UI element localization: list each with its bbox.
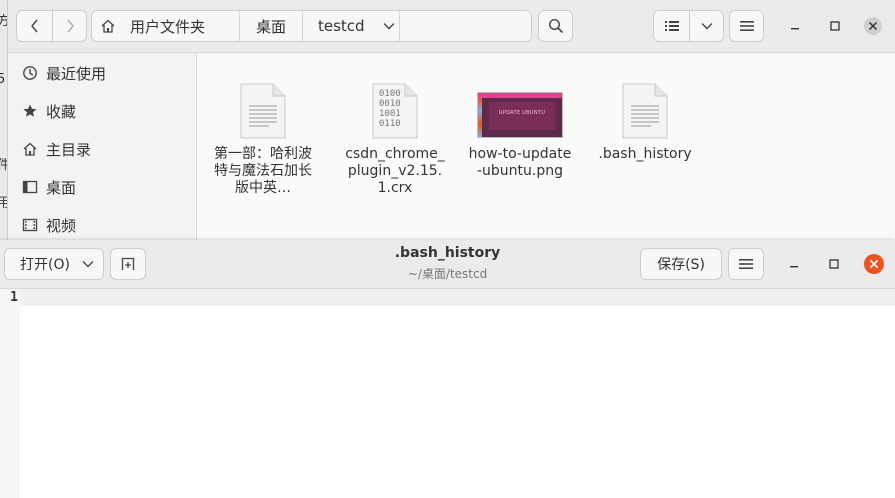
star-icon [22, 103, 38, 119]
file-name: .bash_history [598, 146, 692, 162]
sidebar-item-videos[interactable]: 视频 [8, 207, 196, 243]
line-number: 1 [10, 290, 18, 305]
file-name: 第一部：哈利波特与魔法石加长版中英… [214, 146, 312, 196]
path-bar: 用户文件夹 桌面 testcd [91, 10, 532, 42]
file-manager-headerbar: 用户文件夹 桌面 testcd [8, 0, 895, 53]
binary-text-line: 0100 [379, 89, 401, 99]
open-button[interactable]: 打开(O) [4, 248, 104, 280]
back-button[interactable] [16, 10, 53, 42]
minimize-button[interactable] [781, 251, 807, 277]
minimize-icon [789, 20, 801, 32]
breadcrumb-home-label: 用户文件夹 [130, 17, 206, 36]
binary-text-line: 0010 [379, 99, 401, 109]
document-title: .bash_history [394, 245, 501, 261]
home-icon [22, 141, 38, 157]
chevron-down-icon [383, 22, 395, 30]
chevron-down-icon [82, 260, 94, 268]
chevron-right-icon [65, 19, 75, 33]
search-icon [548, 18, 564, 34]
file-name: how-to-update-ubuntu.png [468, 146, 572, 179]
list-view-button[interactable] [653, 10, 690, 42]
document-path: ~/桌面/testcd [407, 267, 488, 281]
sidebar-item-recent[interactable]: 最近使用 [8, 55, 196, 91]
places-sidebar: 最近使用 收藏 主目录 桌面 视频 [8, 53, 197, 240]
binary-text-line: 0110 [379, 119, 401, 129]
maximize-icon [828, 258, 840, 270]
background-char: 用 [0, 196, 7, 211]
hamburger-menu-icon [739, 20, 754, 32]
search-button[interactable] [538, 10, 573, 42]
maximize-button[interactable] [822, 13, 848, 39]
video-icon [22, 217, 38, 233]
clock-icon [22, 65, 38, 81]
sidebar-item-label: 主目录 [46, 140, 92, 159]
breadcrumb-desktop-label: 桌面 [255, 17, 286, 36]
minimize-button[interactable] [782, 13, 808, 39]
sidebar-item-label: 最近使用 [46, 64, 107, 83]
close-icon [863, 253, 885, 275]
forward-button[interactable] [52, 10, 87, 42]
background-char: 方 [0, 14, 7, 29]
current-line-highlight [20, 289, 895, 306]
desktop-icon [22, 179, 38, 195]
main-menu-button[interactable] [729, 10, 764, 42]
file-item[interactable]: UPDATE UBUNTU how-to-update-ubuntu.png [466, 80, 574, 180]
breadcrumb-home[interactable]: 用户文件夹 [92, 11, 240, 41]
close-icon [863, 16, 883, 36]
maximize-icon [829, 20, 841, 32]
text-document-icon [621, 80, 669, 140]
image-thumbnail: UPDATE UBUNTU [477, 80, 563, 140]
new-document-icon [121, 257, 135, 271]
sidebar-item-starred[interactable]: 收藏 [8, 93, 196, 129]
text-editor-headerbar: 打开(O) .bash_history ~/桌面/testcd 保存(S) [0, 240, 895, 289]
path-bar-empty-area[interactable] [400, 11, 531, 41]
binary-file-icon: 0100 0010 1001 0110 [371, 80, 419, 140]
text-editor-window: 打开(O) .bash_history ~/桌面/testcd 保存(S) 1 [0, 240, 895, 498]
text-document-icon [239, 80, 287, 140]
file-item[interactable]: 0100 0010 1001 0110 csdn_chrome_plugin_v… [341, 80, 449, 197]
list-view-icon [664, 20, 679, 32]
sidebar-item-label: 视频 [46, 216, 77, 235]
maximize-button[interactable] [821, 251, 847, 277]
file-item[interactable]: 第一部：哈利波特与魔法石加长版中英… [209, 80, 317, 197]
close-button[interactable] [861, 251, 887, 277]
file-item[interactable]: .bash_history [591, 80, 699, 163]
save-button[interactable]: 保存(S) [640, 248, 722, 280]
sidebar-item-desktop[interactable]: 桌面 [8, 169, 196, 205]
sidebar-item-label: 收藏 [46, 102, 77, 121]
breadcrumb-current-label: testcd [318, 17, 365, 35]
new-tab-button[interactable] [110, 248, 146, 280]
open-button-label: 打开(O) [20, 257, 70, 273]
sidebar-item-home[interactable]: 主目录 [8, 131, 196, 167]
text-editing-area[interactable] [20, 306, 895, 498]
breadcrumb-current[interactable]: testcd [303, 11, 400, 41]
line-number-gutter [0, 289, 20, 498]
breadcrumb-desktop[interactable]: 桌面 [240, 11, 303, 41]
minimize-icon [788, 258, 800, 270]
chevron-left-icon [30, 19, 40, 33]
file-view: 第一部：哈利波特与魔法石加长版中英… 0100 0010 1001 0110 c… [197, 53, 895, 240]
sidebar-item-label: 桌面 [46, 178, 77, 197]
file-name: csdn_chrome_plugin_v2.15.1.crx [345, 146, 445, 196]
chevron-down-icon [701, 22, 713, 30]
background-char: 5 [0, 72, 6, 87]
home-icon [100, 18, 116, 34]
binary-text-line: 1001 [379, 109, 401, 119]
thumbnail-text: UPDATE UBUNTU [498, 110, 546, 116]
close-button[interactable] [860, 13, 886, 39]
file-manager-window: 用户文件夹 桌面 testcd 最近使用 收藏 主目录 桌面 视频 第一部：哈利… [7, 0, 895, 240]
desktop-background-left: 方 5 件 用 [0, 6, 7, 240]
view-options-button[interactable] [689, 10, 724, 42]
background-char: 件 [0, 158, 7, 173]
main-menu-button[interactable] [728, 248, 764, 280]
hamburger-menu-icon [739, 258, 753, 270]
save-button-label: 保存(S) [657, 257, 705, 273]
